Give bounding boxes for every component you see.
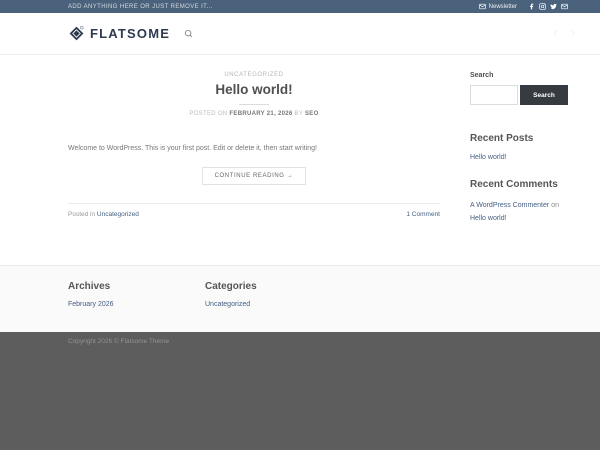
- main-content: UNCATEGORIZED Hello world! POSTED ON FEB…: [0, 55, 600, 265]
- topbar-message: ADD ANYTHING HERE OR JUST REMOVE IT...: [68, 4, 213, 10]
- site-header: FLATSOME ‹ ›: [0, 13, 600, 55]
- recent-posts-heading: Recent Posts: [470, 133, 568, 144]
- footer-widgets: Archives February 2026 Categories Uncate…: [0, 265, 600, 332]
- title-divider: [239, 104, 269, 105]
- sidebar-search-button[interactable]: Search: [520, 85, 568, 105]
- recent-posts-widget: Recent Posts Hello world!: [470, 133, 568, 161]
- post-excerpt: Welcome to WordPress. This is your first…: [68, 143, 440, 154]
- posted-in-label: Posted in: [68, 211, 97, 218]
- newsletter-label: Newsletter: [489, 4, 517, 10]
- instagram-icon[interactable]: [539, 3, 546, 10]
- comment-on-label: on: [549, 202, 559, 209]
- comment-post-link[interactable]: Hello world!: [470, 215, 507, 222]
- logo-text: FLATSOME: [90, 26, 170, 41]
- post-meta: POSTED ON FEBRUARY 21, 2026 BY SEO: [68, 111, 440, 117]
- continue-reading-button[interactable]: CONTINUE READING →: [202, 167, 307, 185]
- newsletter-link[interactable]: Newsletter: [479, 3, 517, 10]
- recent-comments-widget: Recent Comments A WordPress Commenter on…: [470, 179, 568, 226]
- post-title[interactable]: Hello world!: [68, 82, 440, 97]
- post-article: UNCATEGORIZED Hello world! POSTED ON FEB…: [68, 72, 440, 226]
- sidebar: Search Search Recent Posts Hello world! …: [470, 72, 568, 226]
- sidebar-search-input[interactable]: [470, 85, 518, 105]
- envelope-icon: [479, 3, 486, 10]
- comment-author-link[interactable]: A WordPress Commenter: [470, 202, 549, 209]
- absolute-footer: Copyright 2026 © Flatsome Theme: [0, 332, 600, 450]
- comments-link[interactable]: 1 Comment: [406, 211, 440, 218]
- post-author-link[interactable]: SEO: [305, 111, 319, 117]
- next-arrow-button[interactable]: ›: [568, 26, 578, 41]
- category-link[interactable]: Uncategorized: [205, 301, 342, 308]
- sidebar-search-label: Search: [470, 72, 568, 79]
- recent-post-link[interactable]: Hello world!: [470, 154, 568, 161]
- email-icon[interactable]: [561, 3, 568, 10]
- archive-link[interactable]: February 2026: [68, 301, 205, 308]
- facebook-icon[interactable]: [528, 3, 535, 10]
- post-category-label: UNCATEGORIZED: [68, 72, 440, 78]
- twitter-icon[interactable]: [550, 3, 557, 10]
- post-footer-meta: Posted in Uncategorized 1 Comment: [68, 203, 440, 218]
- post-date-link[interactable]: FEBRUARY 21, 2026: [229, 111, 292, 117]
- archives-widget: Archives February 2026: [68, 281, 205, 308]
- recent-comments-heading: Recent Comments: [470, 179, 568, 190]
- categories-widget: Categories Uncategorized: [205, 281, 342, 308]
- copyright-text: Copyright 2026 © Flatsome Theme: [68, 332, 568, 345]
- search-icon[interactable]: [184, 29, 193, 38]
- recent-comment-item: A WordPress Commenter on Hello world!: [470, 199, 568, 226]
- flatsome-gem-icon: [68, 25, 85, 42]
- posted-on-label: POSTED ON: [189, 111, 227, 117]
- categories-heading: Categories: [205, 281, 342, 292]
- site-logo[interactable]: FLATSOME: [68, 25, 170, 42]
- top-bar: ADD ANYTHING HERE OR JUST REMOVE IT... N…: [0, 0, 600, 13]
- prev-arrow-button[interactable]: ‹: [551, 26, 561, 41]
- by-label: BY: [295, 111, 304, 117]
- posted-in-category-link[interactable]: Uncategorized: [97, 211, 139, 218]
- archives-heading: Archives: [68, 281, 205, 292]
